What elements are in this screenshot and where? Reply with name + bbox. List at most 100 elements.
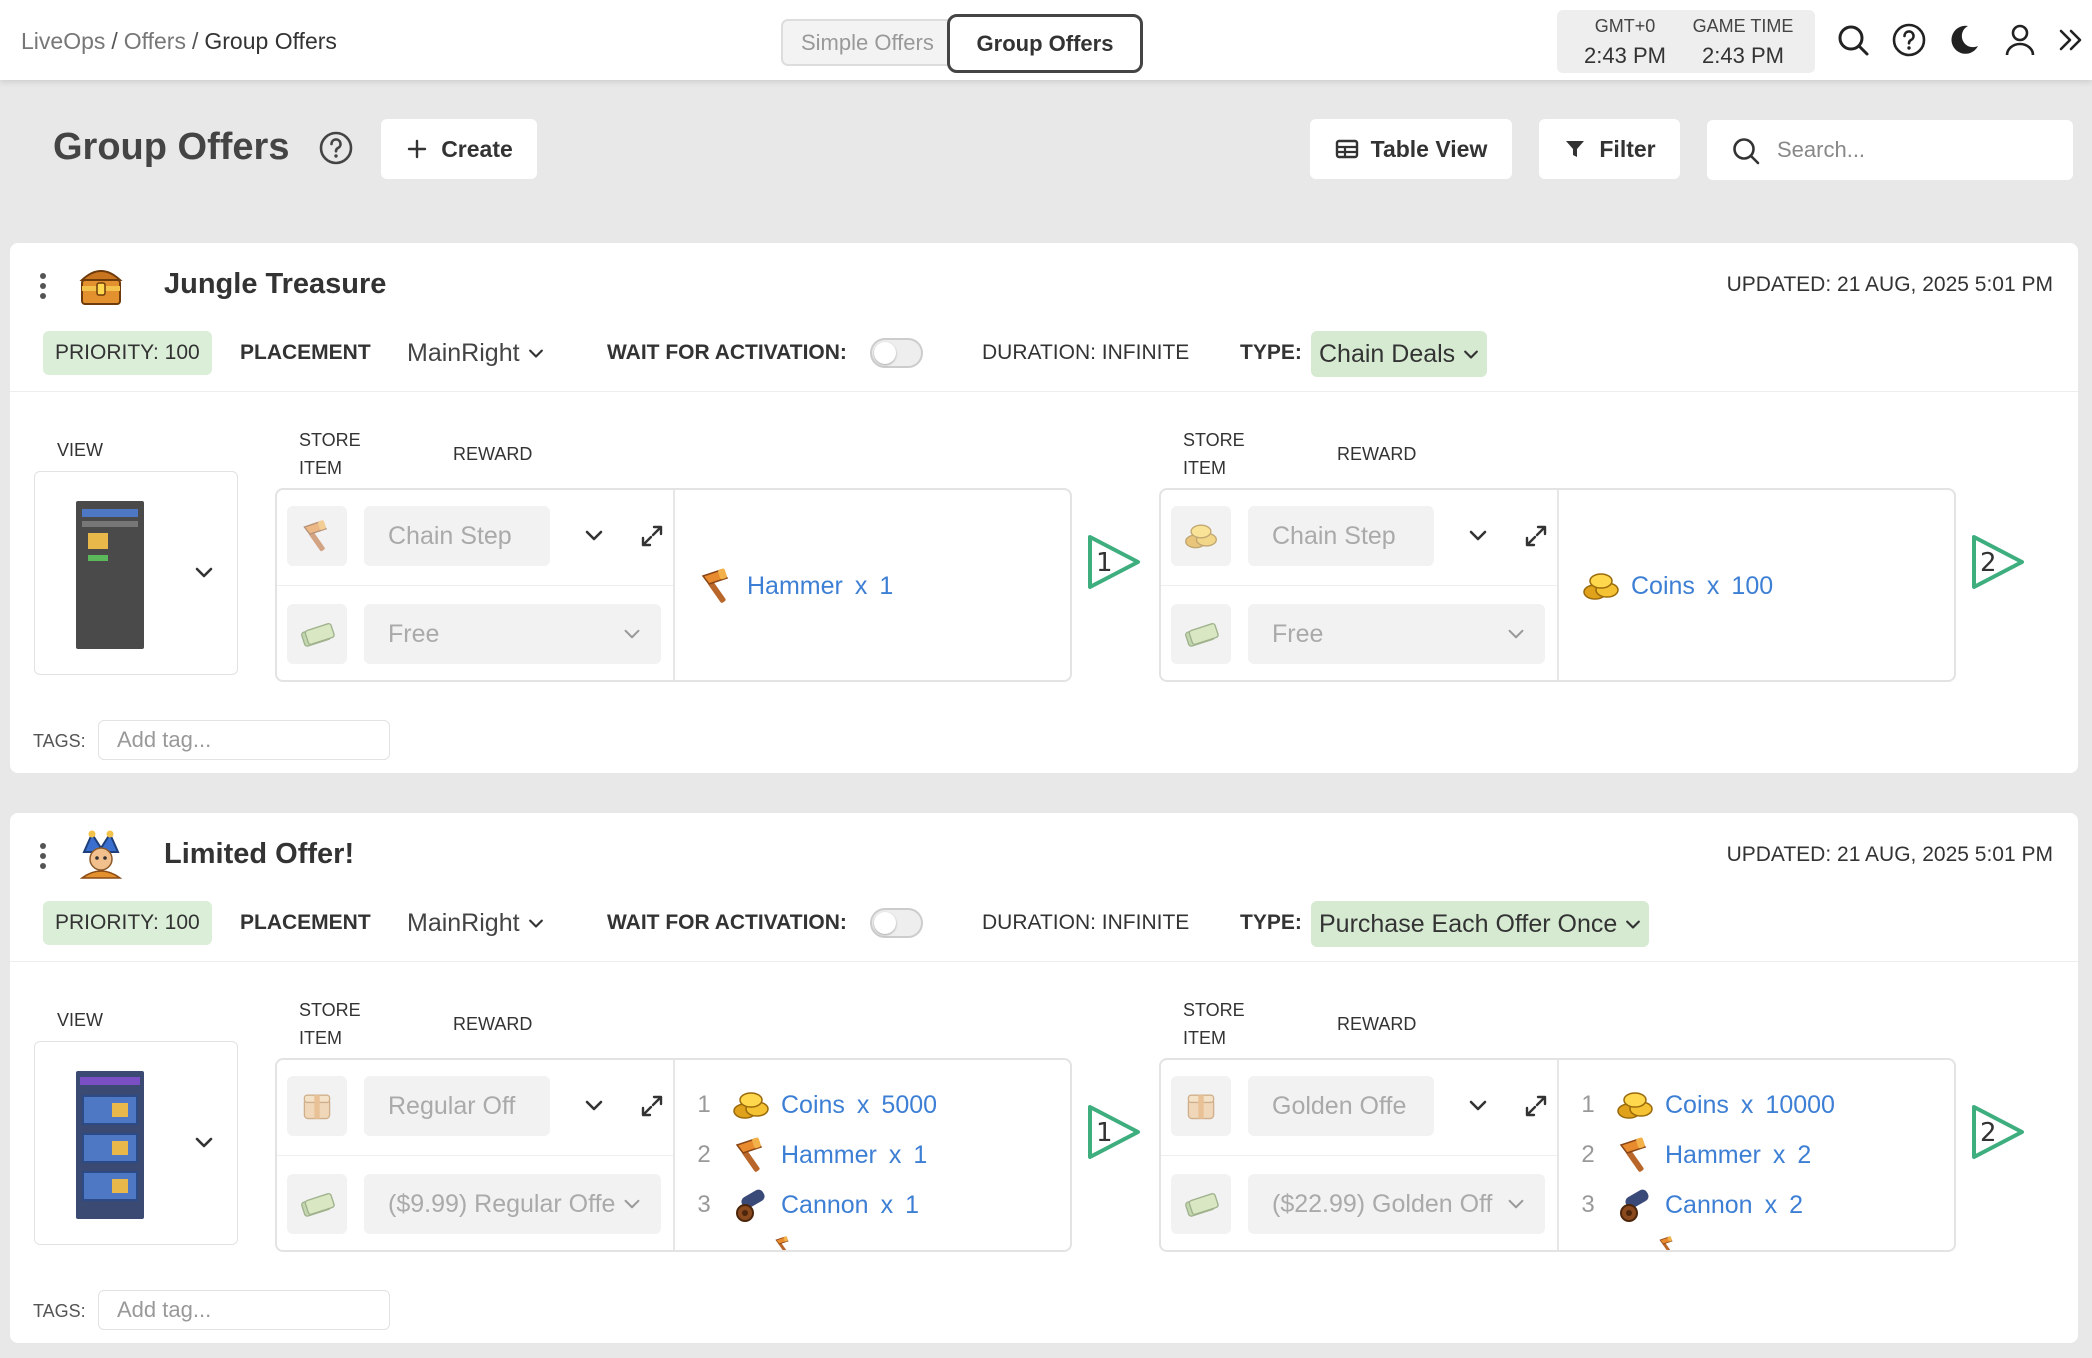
create-button-label: Create <box>441 135 513 162</box>
type-label: TYPE: <box>1240 911 1302 934</box>
reward-item[interactable]: Coins x 100 <box>1581 566 1773 606</box>
reward-item[interactable]: 3 Cannon x 1 <box>677 1185 919 1225</box>
help-icon[interactable] <box>1891 22 1927 58</box>
type-value: Chain Deals <box>1319 340 1456 368</box>
wait-activation-toggle[interactable] <box>870 338 923 368</box>
hammer-icon <box>1657 1235 1677 1250</box>
reward-index: 1 <box>1581 1091 1595 1118</box>
reward-item[interactable]: 2 Hammer x 2 <box>1561 1135 1811 1175</box>
offer-title[interactable]: Limited Offer! <box>164 838 354 871</box>
duration-text: DURATION: INFINITE <box>982 341 1190 364</box>
bundle-icon <box>287 1076 347 1136</box>
type-value: Purchase Each Offer Once <box>1319 910 1618 938</box>
game-time: 2:43 PM <box>1702 43 1784 68</box>
search-icon[interactable] <box>1835 22 1871 58</box>
reward-times: x <box>1740 1090 1754 1119</box>
chevron-down-icon <box>195 567 213 579</box>
price-value: ($9.99) Regular Offe <box>388 1190 616 1218</box>
reward-index: 3 <box>1581 1191 1595 1218</box>
chain-step-1: Chain Step Free Hammer x 1 <box>275 488 1072 682</box>
reward-item[interactable]: 2 Hammer x 1 <box>677 1135 927 1175</box>
gmt-clock: GMT+0 2:43 PM <box>1565 16 1685 69</box>
tab-group-offers[interactable]: Group Offers <box>947 14 1143 73</box>
reward-index: 2 <box>697 1141 711 1168</box>
reward-name: Hammer <box>747 571 843 600</box>
step-number: 1 <box>1096 1118 1113 1148</box>
placement-dropdown[interactable]: MainRight <box>407 331 544 375</box>
store-item-select[interactable]: Chain Step <box>1248 506 1434 566</box>
view-header: VIEW <box>57 440 104 460</box>
reward-times: x <box>1772 1140 1786 1169</box>
table-view-button[interactable]: Table View <box>1310 119 1512 179</box>
offer-title[interactable]: Jungle Treasure <box>164 268 386 301</box>
clock-panel: GMT+0 2:43 PM GAME TIME 2:43 PM <box>1557 10 1815 73</box>
reward-index: 1 <box>697 1091 711 1118</box>
price-select[interactable]: Free <box>1248 604 1545 664</box>
coins-icon <box>1615 1085 1655 1125</box>
treasure-chest-icon <box>74 258 128 312</box>
chevron-down-icon[interactable] <box>1469 1100 1487 1112</box>
placement-value: MainRight <box>407 909 520 937</box>
drag-handle-icon[interactable] <box>36 841 50 871</box>
chevron-down-icon[interactable] <box>585 530 603 542</box>
reward-header: REWARD <box>453 444 533 464</box>
type-dropdown[interactable]: Purchase Each Offer Once <box>1311 901 1650 947</box>
drag-handle-icon[interactable] <box>36 271 50 301</box>
reward-item[interactable]: 1 Coins x 10000 <box>1561 1085 1835 1125</box>
wait-activation-toggle[interactable] <box>870 908 923 938</box>
cash-icon <box>1171 604 1231 664</box>
step-arrow-1: 1 <box>1088 535 1140 589</box>
breadcrumb-liveops[interactable]: LiveOps <box>21 28 105 54</box>
expand-icon[interactable] <box>640 1094 664 1118</box>
offer-view-thumbnail <box>76 1071 144 1219</box>
type-dropdown[interactable]: Chain Deals <box>1311 331 1488 377</box>
filter-button[interactable]: Filter <box>1539 119 1680 179</box>
wait-activation-label: WAIT FOR ACTIVATION: <box>607 341 847 364</box>
jester-icon <box>74 828 128 882</box>
double-chevron-right-icon[interactable] <box>2056 22 2086 58</box>
user-icon[interactable] <box>2002 22 2038 58</box>
breadcrumb-offers[interactable]: Offers <box>124 28 186 54</box>
store-item-select[interactable]: Regular Off <box>364 1076 550 1136</box>
gmt-time: 2:43 PM <box>1584 43 1666 68</box>
reward-index: 2 <box>1581 1141 1595 1168</box>
page-help-icon[interactable] <box>318 130 354 166</box>
expand-icon[interactable] <box>640 524 664 548</box>
reward-item[interactable]: Hammer x 1 <box>697 566 893 606</box>
placement-dropdown[interactable]: MainRight <box>407 901 544 945</box>
hammer-icon <box>287 506 347 566</box>
view-preview-dropdown[interactable] <box>34 1041 238 1245</box>
view-preview-dropdown[interactable] <box>34 471 238 675</box>
create-button[interactable]: Create <box>381 119 537 179</box>
chevron-down-icon[interactable] <box>1469 530 1487 542</box>
reward-list: 1 Coins x 10000 2 Hammer x 2 3 Cannon x … <box>1561 1060 1921 1250</box>
reward-item[interactable]: 1 Coins x 5000 <box>677 1085 937 1125</box>
reward-item[interactable]: 3 Cannon x 2 <box>1561 1185 1803 1225</box>
chevron-down-icon[interactable] <box>585 1100 603 1112</box>
expand-icon[interactable] <box>1524 1094 1548 1118</box>
price-select[interactable]: ($9.99) Regular Offe <box>364 1174 661 1234</box>
offer-mode-switch: Simple Offers Group Offers <box>781 14 1143 73</box>
store-item-panel: Golden Offe ($22.99) Golden Off <box>1161 1060 1559 1250</box>
moon-icon[interactable] <box>1946 22 1982 58</box>
priority-badge[interactable]: PRIORITY: 100 <box>43 901 212 945</box>
store-item-select[interactable]: Chain Step <box>364 506 550 566</box>
expand-icon[interactable] <box>1524 524 1548 548</box>
coins-icon <box>1581 566 1621 606</box>
tags-input[interactable] <box>98 1290 390 1330</box>
search-input[interactable] <box>1777 130 2057 170</box>
tags-input[interactable] <box>98 720 390 760</box>
game-clock: GAME TIME 2:43 PM <box>1683 16 1803 69</box>
priority-badge[interactable]: PRIORITY: 100 <box>43 331 212 375</box>
price-value: Free <box>388 620 440 648</box>
step-number: 1 <box>1096 548 1113 578</box>
reward-times: x <box>888 1140 902 1169</box>
breadcrumb-current: Group Offers <box>204 28 337 54</box>
price-select[interactable]: ($22.99) Golden Off <box>1248 1174 1545 1234</box>
chevron-down-icon <box>1507 1199 1525 1210</box>
price-select[interactable]: Free <box>364 604 661 664</box>
store-item-select[interactable]: Golden Offe <box>1248 1076 1434 1136</box>
gmt-label: GMT+0 <box>1594 16 1656 36</box>
tab-simple-offers[interactable]: Simple Offers <box>781 19 951 66</box>
reward-name: Cannon <box>781 1190 869 1219</box>
